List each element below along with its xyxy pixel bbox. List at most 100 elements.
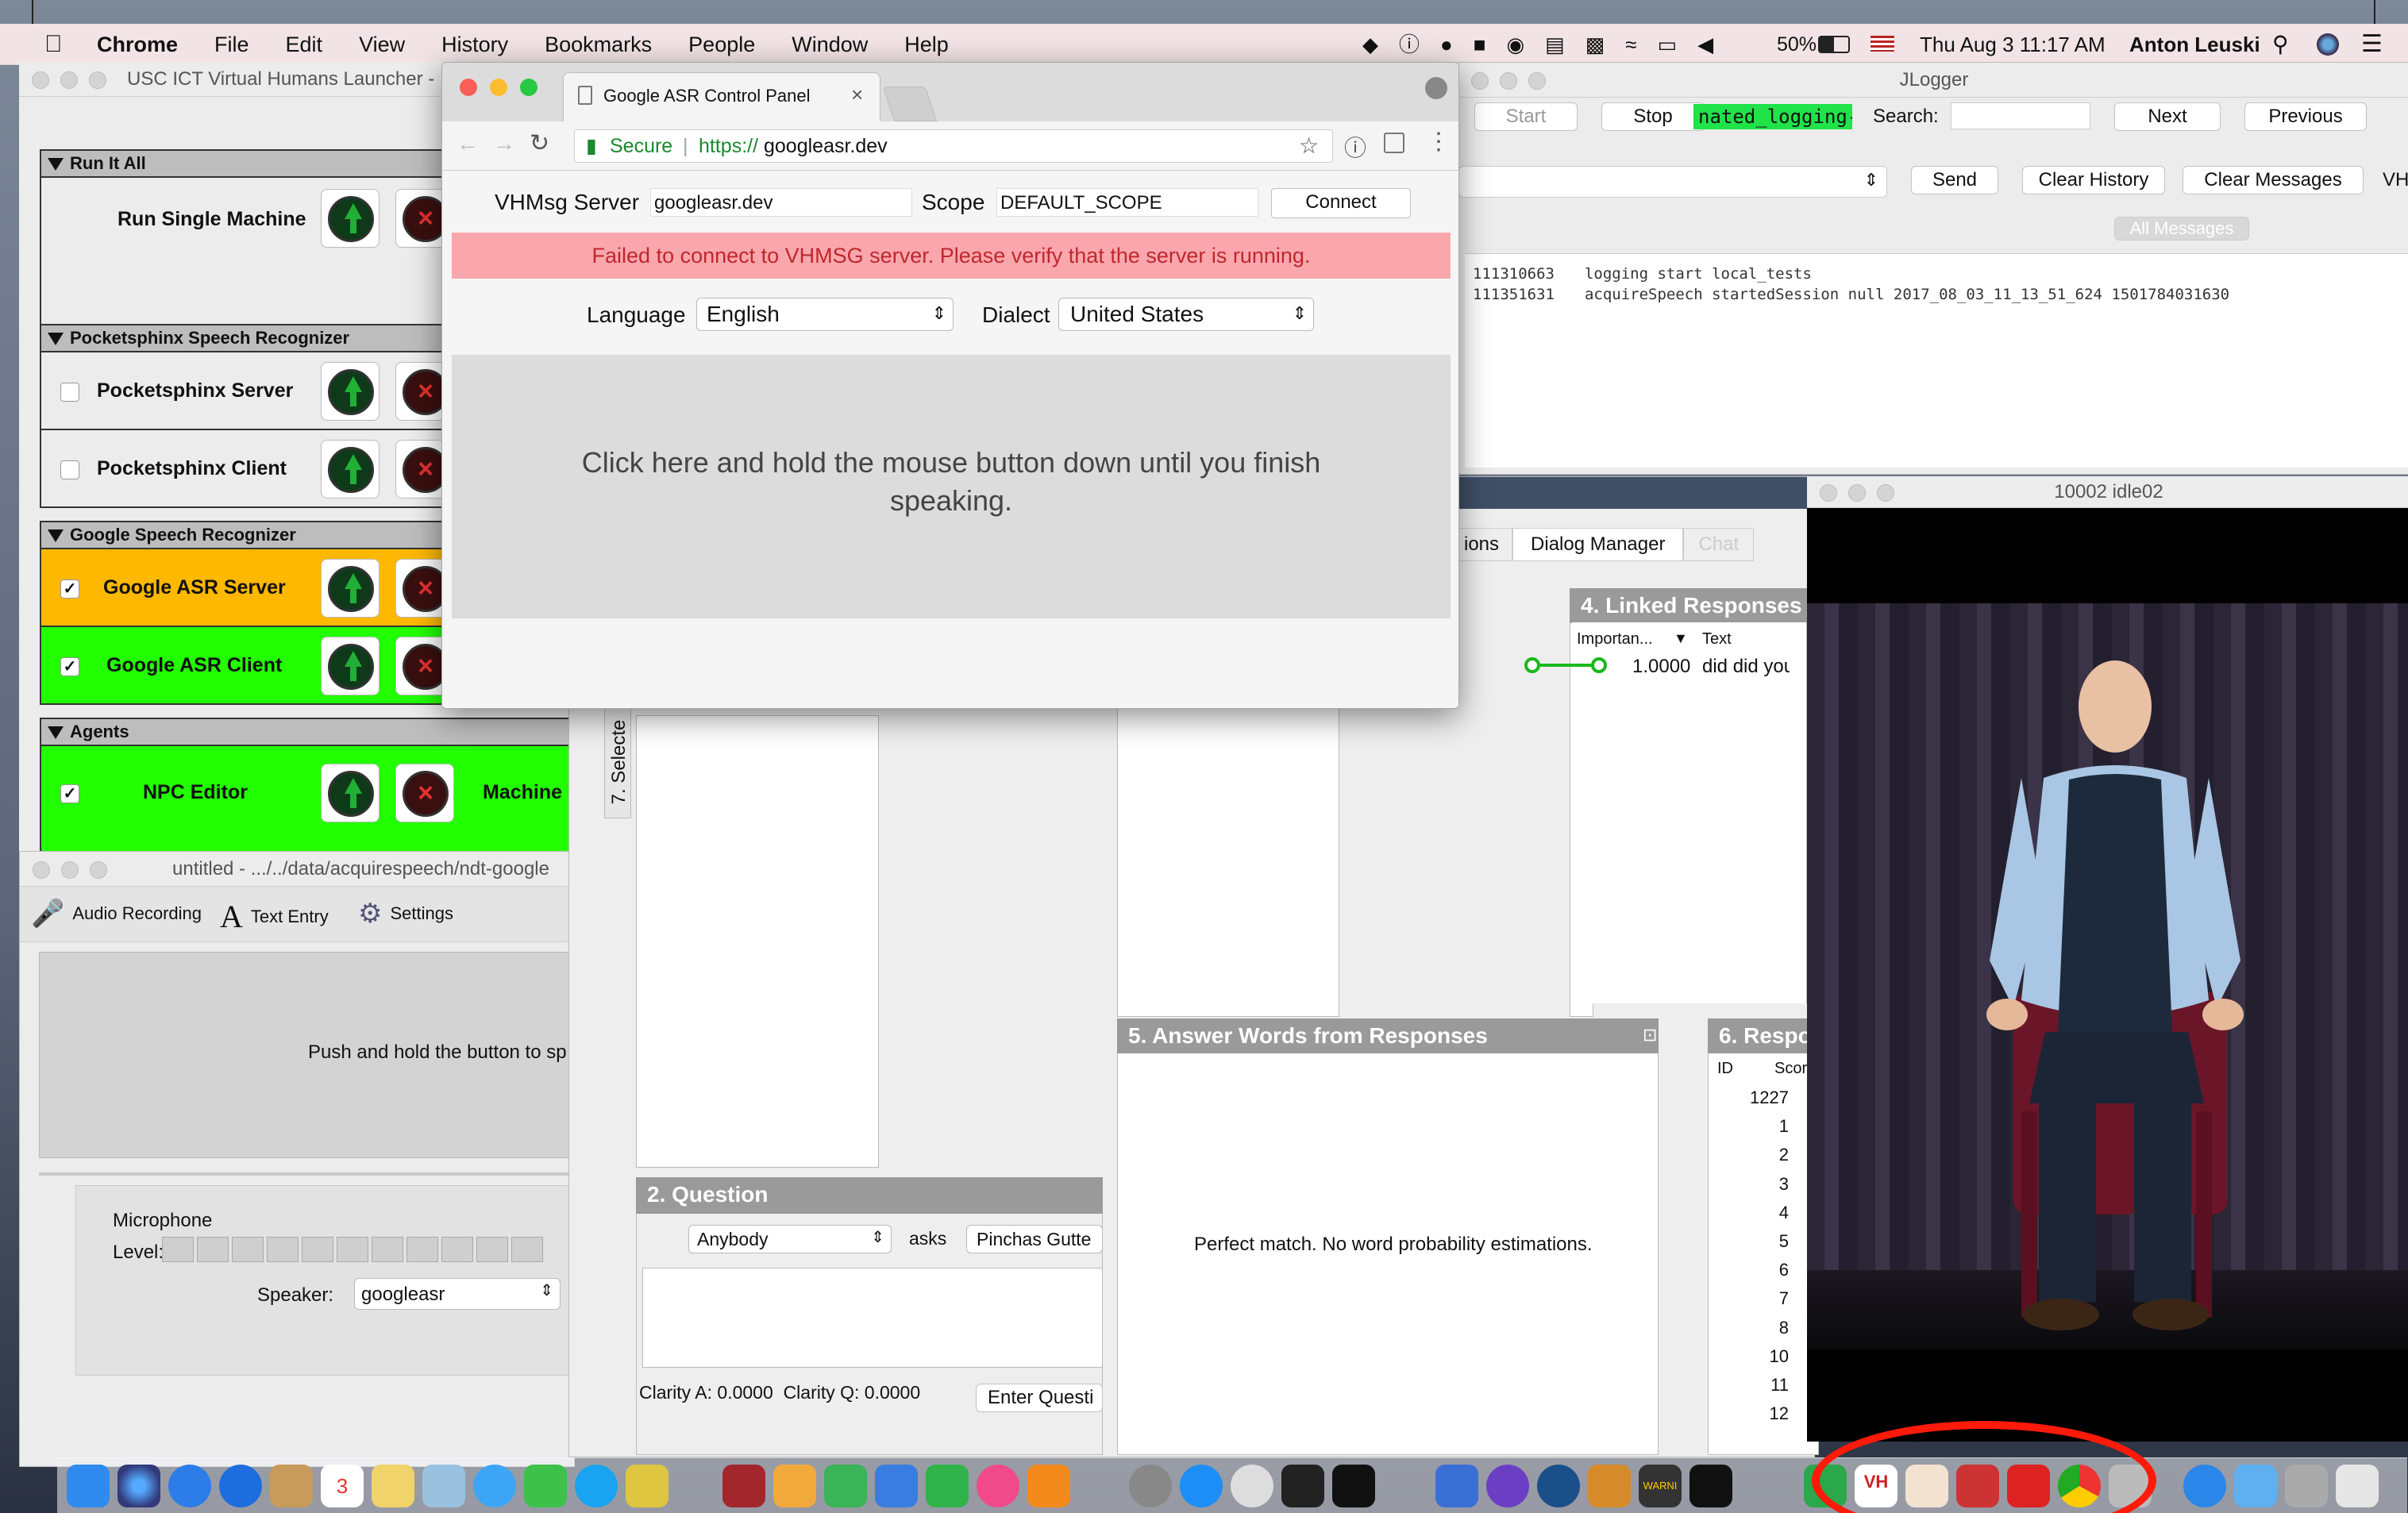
minimize-icon[interactable] [60, 71, 78, 89]
clock[interactable]: Thu Aug 3 11:17 AM [1920, 24, 2106, 65]
forward-icon[interactable]: → [493, 131, 515, 156]
zoom-icon[interactable] [1528, 72, 1546, 90]
video-titlebar[interactable]: 10002 idle02 [1807, 476, 2408, 508]
zoom-icon[interactable] [1877, 484, 1894, 502]
start-button[interactable] [321, 559, 380, 618]
finder-icon[interactable] [67, 1465, 110, 1507]
start-button[interactable] [321, 764, 380, 822]
tab-audio-recording[interactable]: 🎤 Audio Recording [31, 898, 202, 930]
menu-history[interactable]: History [441, 24, 508, 64]
send-button[interactable]: Send [1911, 166, 1998, 194]
language-select[interactable]: English ⇕ [696, 298, 954, 331]
section-agents[interactable]: Agents [40, 718, 595, 746]
wifi-icon[interactable]: ≈ [1625, 24, 1636, 65]
checkbox[interactable]: ✓ [60, 579, 79, 599]
info-icon[interactable]: ⓘ [1399, 24, 1420, 65]
bbedit-icon[interactable] [1231, 1465, 1273, 1507]
record-button-area[interactable]: Click here and hold the mouse button dow… [452, 355, 1451, 618]
profile-icon[interactable] [1425, 77, 1447, 99]
col-id[interactable]: ID [1717, 1060, 1733, 1078]
linked-value[interactable]: 1.0000 [1632, 656, 1690, 678]
itunes-icon[interactable] [977, 1465, 1019, 1507]
apple-icon[interactable]:  [44, 24, 63, 65]
tab-dialog-manager[interactable]: Dialog Manager [1512, 528, 1684, 561]
contacts-icon[interactable] [270, 1465, 313, 1507]
connect-button[interactable]: Connect [1271, 188, 1411, 218]
stats-icon[interactable]: ▤ [1545, 24, 1565, 65]
intellij-icon[interactable] [1689, 1465, 1732, 1507]
extension-info-icon[interactable]: ⓘ [1344, 131, 1366, 163]
tab-ions[interactable]: ions [1451, 528, 1513, 561]
dictionary-icon[interactable] [722, 1465, 765, 1507]
battery-percent[interactable]: 50% [1777, 24, 1817, 65]
flag-icon[interactable] [1871, 36, 1894, 52]
scope-input[interactable]: DEFAULT_SCOPE [996, 188, 1258, 217]
start-button[interactable] [321, 189, 380, 248]
dropbox-icon[interactable]: ◆ [1362, 24, 1378, 65]
next-button[interactable]: Next [2114, 102, 2221, 131]
splitter[interactable] [39, 1172, 576, 1176]
response-id[interactable]: 10 [1709, 1342, 1789, 1371]
response-id[interactable]: 5 [1709, 1227, 1789, 1256]
settings-icon[interactable] [1129, 1465, 1172, 1507]
slack-icon[interactable] [626, 1465, 668, 1507]
tab-settings[interactable]: ⚙ Settings [358, 898, 453, 930]
dash-icon[interactable] [1486, 1465, 1529, 1507]
messages-icon[interactable] [473, 1465, 516, 1507]
spotlight-icon[interactable]: ⚲ [2272, 24, 2289, 65]
enter-question-button[interactable]: Enter Questi [976, 1384, 1103, 1412]
linked-text[interactable]: did did you [1702, 656, 1790, 678]
menu-help[interactable]: Help [904, 24, 949, 64]
question-textarea[interactable] [642, 1268, 1103, 1368]
menu-dots-icon[interactable]: ⋮ [1427, 128, 1451, 156]
close-icon[interactable] [1820, 484, 1837, 502]
keyboard-icon[interactable]: ▩ [1585, 24, 1605, 65]
log-area[interactable]: 111310663 logging start local_tests 11135… [1465, 253, 2408, 468]
response-id[interactable]: 6 [1709, 1256, 1789, 1284]
start-log-button[interactable]: Start [1474, 102, 1578, 131]
speaker-select[interactable]: googleasr ⇕ [354, 1278, 561, 1310]
acquire-titlebar[interactable]: untitled - .../../data/acquirespeech/ndt… [20, 852, 574, 887]
evernote-icon[interactable] [926, 1465, 969, 1507]
lock-icon[interactable]: ■ [1474, 24, 1486, 65]
previous-button[interactable]: Previous [2244, 102, 2367, 131]
reload-icon[interactable]: ↻ [530, 129, 549, 157]
record-icon[interactable]: ◉ [1506, 24, 1524, 65]
start-button[interactable] [321, 362, 380, 421]
bookmark-star-icon[interactable]: ☆ [1299, 130, 1319, 162]
keynote-icon[interactable] [875, 1465, 918, 1507]
all-messages-tab[interactable]: All Messages [2114, 217, 2249, 241]
search-input[interactable] [1951, 102, 2090, 129]
siri-menu-icon[interactable] [2317, 33, 2339, 56]
user-name[interactable]: Anton Leuski [2129, 24, 2260, 65]
airplay-icon[interactable]: ▭ [1658, 24, 1678, 65]
response-id[interactable]: 1 [1709, 1112, 1789, 1141]
close-icon[interactable] [32, 71, 49, 89]
menu-view[interactable]: View [359, 24, 405, 64]
stop-log-button[interactable]: Stop [1601, 102, 1705, 131]
extension-icon[interactable] [1384, 133, 1404, 153]
new-tab-button[interactable] [882, 87, 938, 121]
response-id[interactable]: 8 [1709, 1314, 1789, 1342]
push-to-talk-button[interactable]: Push and hold the button to sp [39, 952, 576, 1158]
globe-icon[interactable] [2183, 1465, 2226, 1507]
response-id[interactable]: 7 [1709, 1284, 1789, 1313]
selected-side-tab[interactable]: 7. Selecte [604, 707, 631, 818]
menu-edit[interactable]: Edit [286, 24, 323, 64]
response-id[interactable]: 12 [1709, 1399, 1789, 1428]
menu-file[interactable]: File [214, 24, 249, 64]
response-id[interactable]: 1227 [1709, 1084, 1789, 1112]
safari-icon[interactable] [168, 1465, 211, 1507]
folder-icon[interactable] [2234, 1465, 2277, 1507]
message-combo[interactable]: ⇕ [1458, 166, 1887, 198]
minimize-icon[interactable] [490, 79, 507, 96]
tab-chat[interactable]: Chat [1683, 528, 1755, 561]
stop-button[interactable]: × [395, 764, 454, 822]
address-bar[interactable]: ▮ Secure | https:// googleasr.dev ☆ [574, 129, 1333, 163]
vhmsg-input[interactable]: googleasr.dev [650, 188, 912, 217]
checkbox[interactable]: ✓ [60, 784, 79, 803]
minimize-icon[interactable] [61, 861, 79, 879]
response-id[interactable]: 11 [1709, 1371, 1789, 1399]
start-button[interactable] [321, 440, 380, 499]
menu-people[interactable]: People [688, 24, 755, 64]
